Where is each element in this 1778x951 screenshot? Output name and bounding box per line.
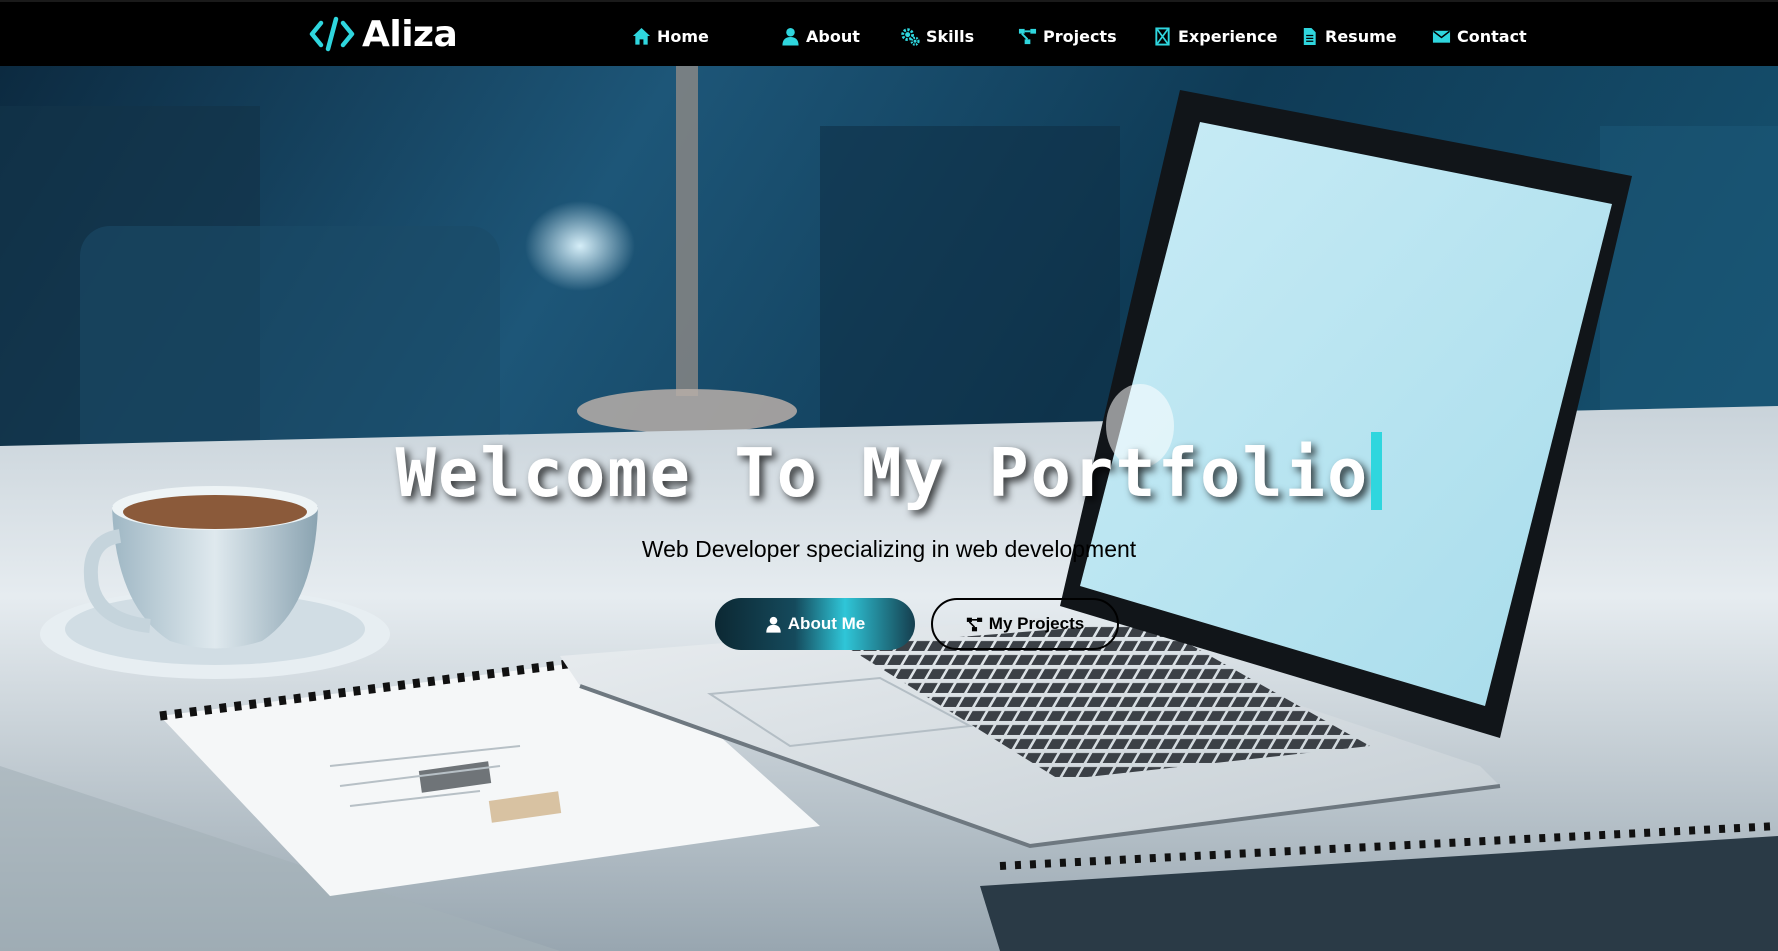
about-me-button[interactable]: About Me	[715, 598, 915, 650]
brand-logo[interactable]: Aliza	[308, 13, 458, 55]
my-projects-button[interactable]: My Projects	[931, 598, 1119, 650]
nav-item-skills[interactable]: Skills	[901, 24, 974, 48]
hero-section: Welcome To My Portfolio Web Developer sp…	[0, 66, 1778, 951]
nav-item-label: Projects	[1043, 26, 1117, 46]
user-icon	[782, 27, 799, 46]
typing-cursor	[1371, 432, 1383, 511]
my-projects-label: My Projects	[988, 614, 1085, 633]
project-diagram-icon	[1018, 28, 1037, 44]
nav-item-label: Resume	[1325, 26, 1397, 46]
nav-item-label: Experience	[1178, 26, 1278, 46]
brand-name: Aliza	[362, 13, 458, 55]
project-diagram-icon	[966, 617, 982, 631]
nav-item-label: Skills	[926, 26, 975, 46]
home-icon	[632, 27, 651, 45]
gears-icon	[901, 27, 920, 46]
hero-title: Welcome To My Portfolio	[0, 432, 1778, 516]
nav-item-label: About	[806, 26, 860, 46]
nav-item-projects[interactable]: Projects	[1018, 24, 1117, 48]
nav-item-label: Contact	[1457, 26, 1527, 46]
hero-title-text: Welcome To My Portfolio	[395, 434, 1370, 512]
code-brackets-icon	[309, 16, 355, 52]
nav-item-about[interactable]: About	[781, 24, 860, 48]
user-icon	[766, 616, 781, 633]
nav-item-label: Home	[657, 26, 709, 46]
navbar: Aliza Home About Skills Projects Experie…	[0, 0, 1778, 66]
envelope-icon	[1432, 30, 1451, 43]
nav-item-contact[interactable]: Contact	[1432, 24, 1527, 48]
file-icon	[1303, 27, 1316, 45]
nav-item-home[interactable]: Home	[632, 24, 709, 48]
hourglass-icon	[1155, 26, 1170, 46]
nav-item-resume[interactable]: Resume	[1300, 24, 1397, 48]
nav-item-experience[interactable]: Experience	[1153, 24, 1278, 48]
hero-subtitle: Web Developer specializing in web develo…	[641, 536, 1137, 562]
about-me-label: About Me	[787, 614, 866, 633]
